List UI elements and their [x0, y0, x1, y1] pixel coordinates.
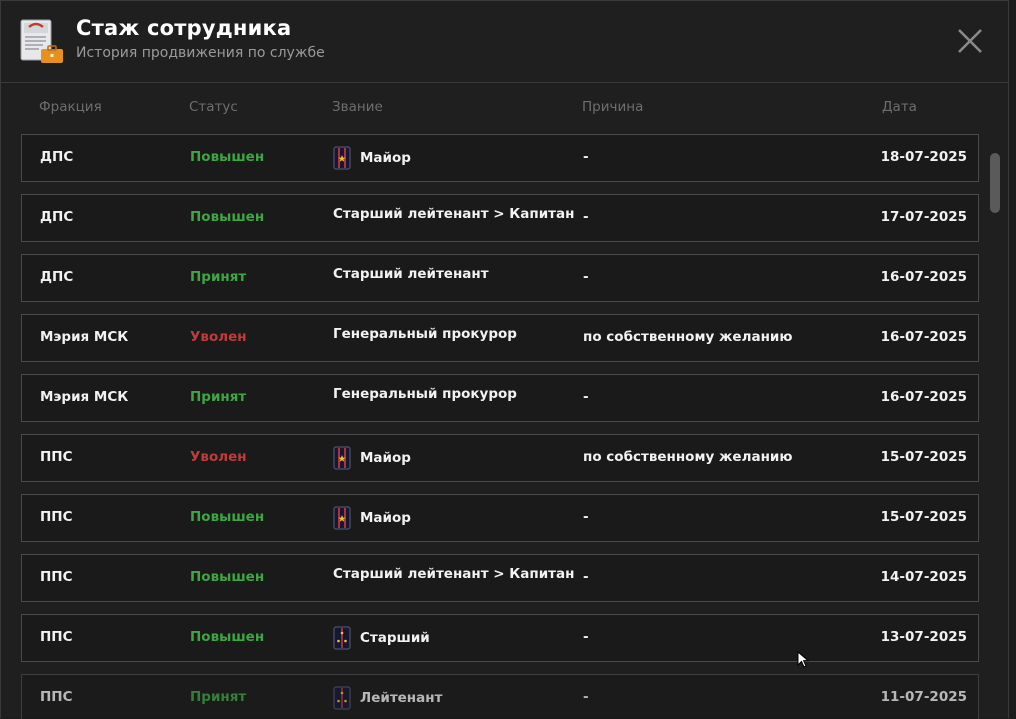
major-epaulet-icon	[333, 506, 351, 530]
cell-faction: ДПС	[40, 149, 74, 165]
cell-rank: Майор	[333, 146, 411, 170]
column-header-faction: Фракция	[39, 99, 102, 115]
table-row[interactable]: Мэрия МСК Принят Генеральный прокурор - 16-0…	[21, 374, 979, 422]
cell-status: Уволен	[190, 449, 247, 465]
cell-reason: -	[583, 569, 589, 585]
cell-reason: -	[583, 209, 589, 225]
column-header-status: Статус	[189, 99, 238, 115]
cell-rank: Лейтенант	[333, 686, 442, 710]
cell-rank-label: Лейтенант	[360, 690, 443, 706]
table-row[interactable]: ППС Принят Лейтенант - 11-07-2025	[21, 674, 979, 719]
table-row[interactable]: ППС Уволен Майор по собственному желанию 15-…	[21, 434, 979, 482]
cell-rank-label: Старший лейтенант > Капитан	[333, 206, 575, 222]
cell-status: Принят	[190, 269, 247, 285]
cell-reason: -	[583, 389, 589, 405]
cell-date: 16-07-2025	[880, 329, 967, 345]
cell-faction: ППС	[40, 509, 73, 525]
scrollbar-track[interactable]	[988, 134, 1002, 719]
table-row[interactable]: ДПС Повышен Старший лейтенант > Капитан - 17…	[21, 194, 979, 242]
cell-date: 14-07-2025	[880, 569, 967, 585]
cell-status: Повышен	[190, 629, 265, 645]
cell-faction: ППС	[40, 569, 73, 585]
cell-date: 15-07-2025	[880, 449, 967, 465]
table-row[interactable]: ДПС Принят Старший лейтенант - 16-07-2025	[21, 254, 979, 302]
document-briefcase-icon	[20, 19, 63, 63]
mouse-cursor-icon	[797, 651, 810, 668]
cell-rank-label: Старший	[360, 630, 430, 646]
close-icon[interactable]	[956, 27, 984, 55]
cell-reason: по собственному желанию	[583, 449, 793, 465]
cell-rank-label: Генеральный прокурор	[333, 386, 517, 402]
scrollbar-thumb[interactable]	[990, 153, 1000, 213]
sergeant-epaulet-icon	[333, 626, 351, 650]
cell-date: 15-07-2025	[880, 509, 967, 525]
cell-rank: Майор	[333, 446, 411, 470]
sergeant-epaulet-icon	[333, 686, 351, 710]
cell-rank-label: Майор	[360, 450, 411, 466]
cell-status: Повышен	[190, 149, 265, 165]
cell-rank-label: Старший лейтенант	[333, 266, 489, 282]
table-row[interactable]: ППС Повышен Старший лейтенант > Капитан - 14…	[21, 554, 979, 602]
cell-rank-label: Майор	[360, 150, 411, 166]
history-list[interactable]: ДПС Повышен Майор - 18-07-2025 ДПС Повышен Стар…	[21, 134, 979, 719]
cell-status: Повышен	[190, 569, 265, 585]
page-subtitle: История продвижения по службе	[76, 45, 325, 61]
cell-rank-label: Генеральный прокурор	[333, 326, 517, 342]
cell-status: Повышен	[190, 209, 265, 225]
cell-faction: Мэрия МСК	[40, 329, 129, 345]
cell-reason: -	[583, 689, 589, 705]
major-epaulet-icon	[333, 146, 351, 170]
table-row[interactable]: Мэрия МСК Уволен Генеральный прокурор по со…	[21, 314, 979, 362]
cell-rank: Старший лейтенант > Капитан	[333, 566, 574, 582]
cell-faction: ППС	[40, 629, 73, 645]
cell-reason: по собственному желанию	[583, 329, 793, 345]
column-header-date: Дата	[882, 99, 917, 115]
cell-faction: ППС	[40, 449, 73, 465]
cell-date: 16-07-2025	[880, 269, 967, 285]
table-row[interactable]: ДПС Повышен Майор - 18-07-2025	[21, 134, 979, 182]
table-header: Фракция Статус Звание Причина Дата	[21, 99, 979, 119]
cell-rank-label: Майор	[360, 510, 411, 526]
page-title: Стаж сотрудника	[76, 16, 292, 40]
cell-date: 11-07-2025	[880, 689, 967, 705]
cell-status: Принят	[190, 689, 247, 705]
cell-faction: ДПС	[40, 269, 74, 285]
cell-status: Принят	[190, 389, 247, 405]
cell-faction: ППС	[40, 689, 73, 705]
cell-reason: -	[583, 149, 589, 165]
cell-rank-label: Старший лейтенант > Капитан	[333, 566, 575, 582]
major-epaulet-icon	[333, 446, 351, 470]
cell-rank: Генеральный прокурор	[333, 386, 517, 402]
cell-rank: Майор	[333, 506, 411, 530]
cell-date: 18-07-2025	[880, 149, 967, 165]
table-row[interactable]: ППС Повышен Майор - 15-07-2025	[21, 494, 979, 542]
cell-reason: -	[583, 269, 589, 285]
cell-date: 16-07-2025	[880, 389, 967, 405]
cell-faction: Мэрия МСК	[40, 389, 129, 405]
column-header-reason: Причина	[582, 99, 644, 115]
table-row[interactable]: ППС Повышен Старший - 13-07-2025	[21, 614, 979, 662]
cell-rank: Генеральный прокурор	[333, 326, 517, 342]
cell-reason: -	[583, 629, 589, 645]
cell-status: Уволен	[190, 329, 247, 345]
cell-faction: ДПС	[40, 209, 74, 225]
window-header: Стаж сотрудника История продвижения по с…	[1, 1, 1008, 83]
seniority-window: Стаж сотрудника История продвижения по с…	[0, 0, 1009, 719]
column-header-rank: Звание	[332, 99, 383, 115]
cell-rank: Старший	[333, 626, 430, 650]
cell-date: 13-07-2025	[880, 629, 967, 645]
cell-rank: Старший лейтенант > Капитан	[333, 206, 574, 222]
cell-status: Повышен	[190, 509, 265, 525]
cell-reason: -	[583, 509, 589, 525]
cell-rank: Старший лейтенант	[333, 266, 489, 282]
cell-date: 17-07-2025	[880, 209, 967, 225]
